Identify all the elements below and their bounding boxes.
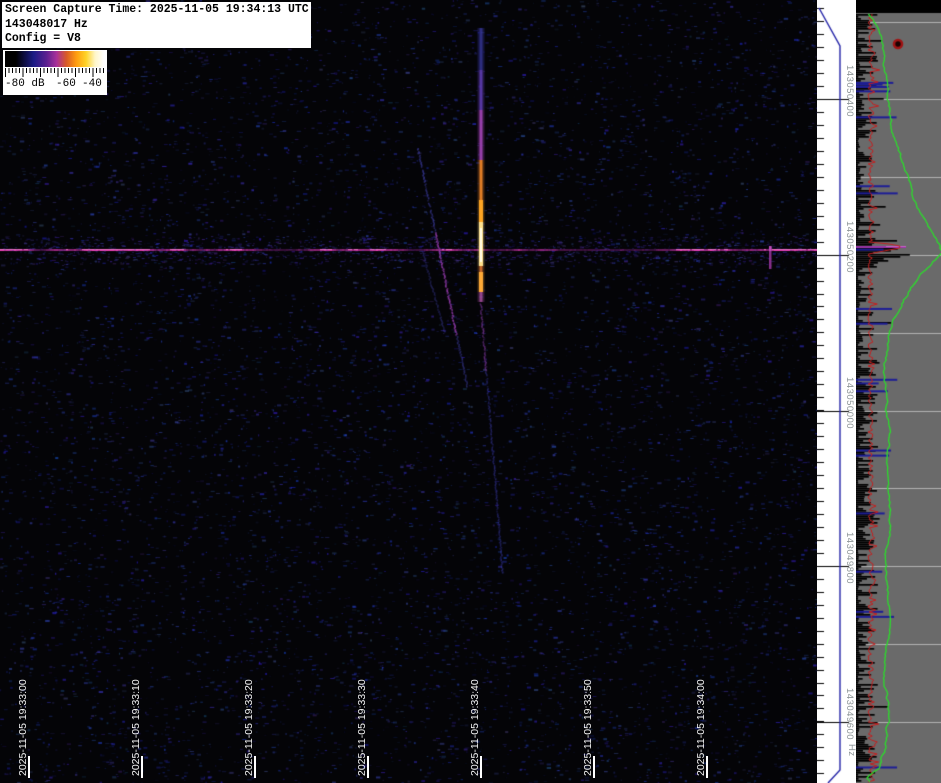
frequency-axis-label: 143049600: [844, 688, 855, 740]
frequency-text: 143048017 Hz: [5, 18, 311, 33]
time-tick-mark: [367, 756, 369, 778]
colorbar-labels: -80 dB -60 -40: [3, 78, 107, 93]
frequency-axis-label: 143050400: [844, 65, 855, 117]
time-tick-mark: [706, 756, 708, 778]
time-tick-mark: [254, 756, 256, 778]
waterfall-display: [0, 0, 817, 783]
colorbar-tick-ruler: [5, 68, 104, 77]
colorbar-label-60: -60: [56, 78, 76, 90]
colorbar-label-40: -40: [82, 78, 102, 90]
spectrum-amplitude-panel: [856, 0, 941, 783]
frequency-axis-label: 143050200: [844, 221, 855, 273]
time-tick-mark: [593, 756, 595, 778]
capture-time-text: Screen Capture Time: 2025-11-05 19:34:13…: [5, 3, 311, 18]
time-tick-mark: [480, 756, 482, 778]
frequency-axis-label: 143050000: [844, 377, 855, 429]
amplitude-colorbar: -80 dB -60 -40: [3, 50, 107, 95]
colorbar-label-80db: -80 dB: [5, 78, 45, 90]
config-text: Config = V8: [5, 32, 311, 47]
frequency-axis-label: 143049800: [844, 532, 855, 584]
frequency-unit-label: Hz: [846, 744, 857, 757]
colorbar-gradient: [5, 51, 104, 67]
time-tick-mark: [28, 756, 30, 778]
spectrum-lab-screen: Screen Capture Time: 2025-11-05 19:34:13…: [0, 0, 941, 783]
time-tick-mark: [141, 756, 143, 778]
capture-info-box: Screen Capture Time: 2025-11-05 19:34:13…: [2, 2, 311, 48]
